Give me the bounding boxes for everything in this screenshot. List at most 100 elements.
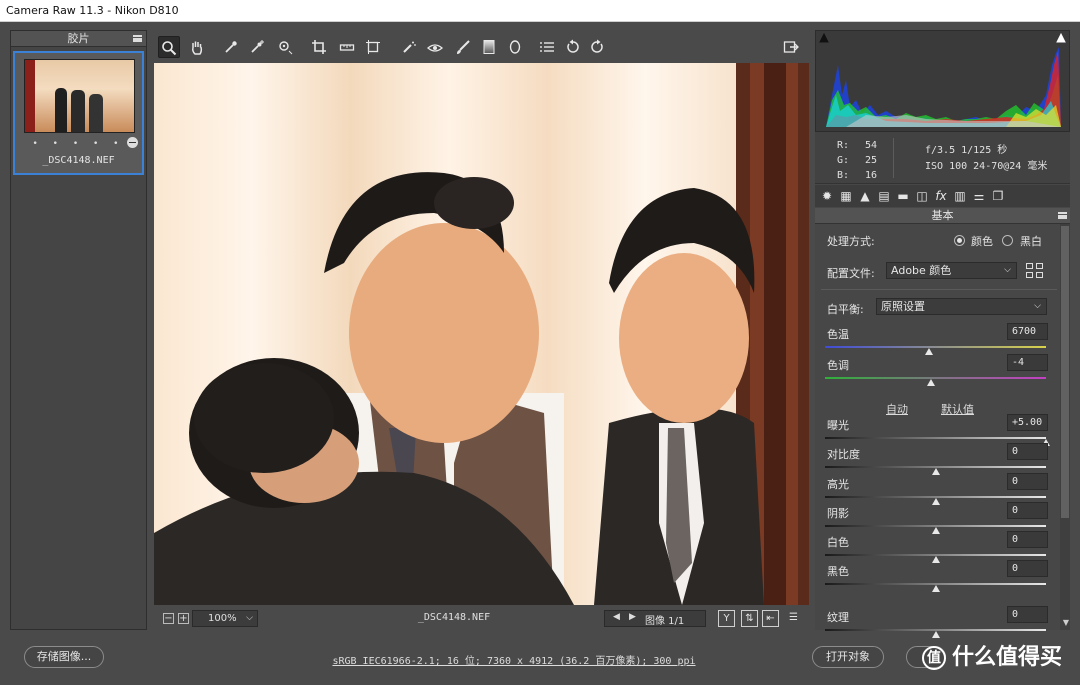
g-label: G: — [837, 155, 850, 166]
straighten-icon[interactable] — [336, 36, 358, 58]
slider-value-input[interactable]: -4 — [1007, 354, 1048, 371]
watermark-logo: 值 什么值得买 — [922, 640, 1072, 676]
next-image-icon[interactable]: ▶ — [629, 612, 636, 622]
slider-handle[interactable] — [924, 348, 933, 355]
chevron-down-icon: ⌵ — [1034, 301, 1041, 311]
color-sampler-icon[interactable] — [246, 36, 268, 58]
slider-track[interactable] — [825, 437, 1046, 439]
slider-value-input[interactable]: 0 — [1007, 560, 1048, 577]
white-balance-label: 白平衡: — [827, 303, 864, 316]
profile-select[interactable]: Adobe 颜色 ⌵ — [886, 262, 1017, 279]
panel-tabs: ✹ ▦ ▲ ▤ ▬ ◫ fx ▥ ⚌ ❐ — [815, 185, 1070, 207]
scrollbar-thumb[interactable] — [1061, 226, 1069, 518]
rotate-left-icon[interactable] — [562, 36, 584, 58]
open-object-button[interactable]: 打开对象 — [812, 646, 884, 668]
window-title: Camera Raw 11.3 - Nikon D810 — [0, 0, 1080, 22]
copy-settings-icon[interactable]: ⇤ — [762, 610, 779, 627]
profile-label: 配置文件: — [827, 267, 875, 280]
lens-tab-icon[interactable]: ◫ — [914, 188, 930, 204]
crop-icon[interactable] — [308, 36, 330, 58]
slider-label: 色调 — [827, 359, 849, 372]
image-pager: ◀ ▶ 图像 1/1 — [604, 610, 706, 627]
spot-removal-icon[interactable] — [398, 36, 420, 58]
before-after-y-icon[interactable]: Y — [718, 610, 735, 627]
slider-label: 曝光 — [827, 419, 849, 432]
save-image-button[interactable]: 存储图像... — [24, 646, 104, 668]
slider-track[interactable] — [825, 346, 1046, 348]
image-preview[interactable] — [154, 63, 809, 605]
targeted-adjustment-icon[interactable] — [274, 36, 296, 58]
slider-value-input[interactable]: 6700 — [1007, 323, 1048, 340]
slider-handle[interactable] — [931, 527, 940, 534]
previous-image-icon[interactable]: ◀ — [613, 612, 620, 622]
shadow-clipping-icon[interactable] — [819, 33, 829, 43]
hsl-tab-icon[interactable]: ▤ — [876, 188, 892, 204]
exif-iso-lens: ISO 100 24-70@24 毫米 — [925, 161, 1048, 172]
view-settings-icon[interactable]: ☰ — [785, 610, 802, 627]
color-radio[interactable] — [954, 235, 965, 246]
bw-radio[interactable] — [1002, 235, 1013, 246]
r-value: 54 — [864, 140, 877, 151]
hand-tool-icon[interactable] — [186, 36, 208, 58]
section-title: 基本 — [815, 208, 1070, 224]
profile-browser-icon[interactable] — [1026, 263, 1044, 279]
red-eye-icon[interactable] — [424, 36, 446, 58]
slider-label: 黑色 — [827, 565, 849, 578]
adjustment-brush-icon[interactable] — [452, 36, 474, 58]
panel-menu-icon[interactable] — [1058, 212, 1067, 219]
highlight-clipping-icon[interactable] — [1056, 33, 1066, 43]
slider-handle[interactable] — [931, 468, 940, 475]
zoom-tool-icon[interactable] — [158, 36, 180, 58]
slider-handle[interactable] — [931, 498, 940, 505]
slider-handle[interactable] — [927, 379, 936, 386]
watermark-icon: 值 — [922, 646, 946, 670]
snapshots-tab-icon[interactable]: ❐ — [990, 188, 1006, 204]
panel-menu-icon[interactable] — [133, 35, 142, 42]
auto-button[interactable]: 自动 — [886, 401, 908, 417]
default-button[interactable]: 默认值 — [941, 401, 974, 417]
zoom-in-button[interactable]: + — [178, 613, 189, 624]
bw-radio-label: 黑白 — [1020, 235, 1042, 248]
scroll-down-icon[interactable]: ▼ — [1063, 618, 1069, 627]
detail-tab-icon[interactable]: ▲ — [857, 188, 873, 204]
graduated-filter-icon[interactable] — [478, 36, 500, 58]
slider-handle[interactable] — [931, 556, 940, 563]
swap-settings-icon[interactable]: ⇅ — [741, 610, 758, 627]
rating-dots[interactable]: • • • • • — [15, 139, 142, 149]
filmstrip-title: 胶片 — [67, 32, 90, 45]
white-balance-select[interactable]: 原照设置 ⌵ — [876, 298, 1047, 315]
slider-value-input[interactable]: 0 — [1007, 606, 1048, 623]
workflow-options-link[interactable]: sRGB IEC61966-2.1; 16 位; 7360 x 4912 (36… — [300, 652, 728, 667]
effects-tab-icon[interactable]: fx — [933, 188, 949, 204]
calibration-tab-icon[interactable]: ▥ — [952, 188, 968, 204]
white-balance-value: 原照设置 — [881, 300, 925, 313]
g-value: 25 — [864, 155, 877, 166]
presets-tab-icon[interactable]: ⚌ — [971, 188, 987, 204]
image-status-bar: − + 100% ⌵ _DSC4148.NEF ◀ ▶ 图像 1/1 Y ⇅ ⇤… — [154, 608, 809, 630]
slider-label: 阴影 — [827, 507, 849, 520]
rotate-right-icon[interactable] — [586, 36, 608, 58]
slider-value-input[interactable]: 0 — [1007, 502, 1048, 519]
zoom-level-select[interactable]: 100% ⌵ — [192, 610, 258, 627]
basic-tab-icon[interactable]: ✹ — [819, 188, 835, 204]
slider-value-input[interactable]: 0 — [1007, 531, 1048, 548]
transform-icon[interactable] — [362, 36, 384, 58]
filmstrip-thumbnail[interactable]: • • • • • _DSC4148.NEF — [13, 51, 144, 175]
preferences-list-icon[interactable] — [536, 36, 558, 58]
slider-value-input[interactable]: +5.00 — [1007, 414, 1048, 431]
profile-value: Adobe 颜色 — [891, 264, 952, 277]
adjustments-badge-icon — [127, 137, 138, 148]
zoom-out-button[interactable]: − — [163, 613, 174, 624]
slider-handle[interactable] — [931, 585, 940, 592]
tone-curve-tab-icon[interactable]: ▦ — [838, 188, 854, 204]
split-toning-tab-icon[interactable]: ▬ — [895, 188, 911, 204]
slider-value-input[interactable]: 0 — [1007, 443, 1048, 460]
adjustments-panel: R: 54 G: 25 B: 16 f/3.5 1/125 秒 ISO 100 24-… — [815, 30, 1070, 638]
basic-section-label: 基本 — [931, 209, 954, 222]
slider-handle[interactable] — [931, 631, 940, 638]
slider-value-input[interactable]: 0 — [1007, 473, 1048, 490]
radial-filter-icon[interactable] — [504, 36, 526, 58]
fullscreen-export-icon[interactable] — [780, 36, 802, 58]
slider-track[interactable] — [825, 377, 1046, 379]
eyedropper-icon[interactable] — [220, 36, 242, 58]
